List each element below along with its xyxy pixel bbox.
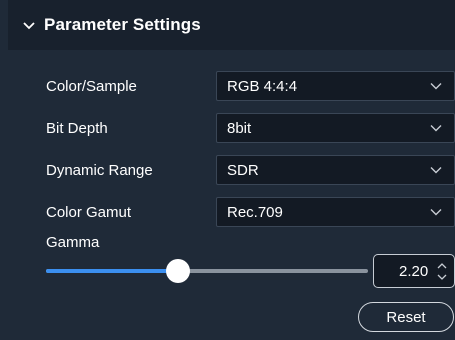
chevron-down-icon <box>430 167 442 174</box>
panel-title: Parameter Settings <box>44 15 201 34</box>
chevron-up-icon[interactable] <box>437 262 447 270</box>
dynamic-range-select[interactable]: SDR <box>216 155 455 185</box>
reset-button[interactable]: Reset <box>358 302 454 332</box>
chevron-down-icon <box>430 83 442 90</box>
color-sample-select[interactable]: RGB 4:4:4 <box>216 71 455 101</box>
setting-row-bit-depth: Bit Depth 8bit <box>8 113 455 145</box>
setting-row-dynamic-range: Dynamic Range SDR <box>8 155 455 187</box>
gamma-slider-thumb[interactable] <box>166 259 190 283</box>
color-gamut-label: Color Gamut <box>46 204 132 221</box>
gamma-value[interactable]: 2.20 <box>399 263 428 280</box>
color-sample-value: RGB 4:4:4 <box>227 78 298 95</box>
gamma-slider[interactable] <box>46 259 368 283</box>
setting-row-color-sample: Color/Sample RGB 4:4:4 <box>8 71 455 103</box>
parameter-settings-panel: Parameter Settings Color/Sample RGB 4:4:… <box>8 0 455 340</box>
dynamic-range-value: SDR <box>227 162 259 179</box>
chevron-down-icon <box>430 209 442 216</box>
bit-depth-label: Bit Depth <box>46 120 108 137</box>
chevron-down-icon <box>430 125 442 132</box>
setting-row-color-gamut: Color Gamut Rec.709 <box>8 197 455 229</box>
gamma-label: Gamma <box>46 234 100 251</box>
color-sample-label: Color/Sample <box>46 78 137 95</box>
chevron-down-icon[interactable] <box>20 16 38 34</box>
bit-depth-value: 8bit <box>227 120 252 137</box>
color-gamut-value: Rec.709 <box>227 204 283 221</box>
gamma-slider-fill <box>46 269 178 273</box>
color-gamut-select[interactable]: Rec.709 <box>216 197 455 227</box>
panel-header[interactable]: Parameter Settings <box>8 0 455 50</box>
gamma-stepper[interactable]: 2.20 <box>373 254 455 288</box>
chevron-down-icon[interactable] <box>437 273 447 281</box>
bit-depth-select[interactable]: 8bit <box>216 113 455 143</box>
dynamic-range-label: Dynamic Range <box>46 162 153 179</box>
